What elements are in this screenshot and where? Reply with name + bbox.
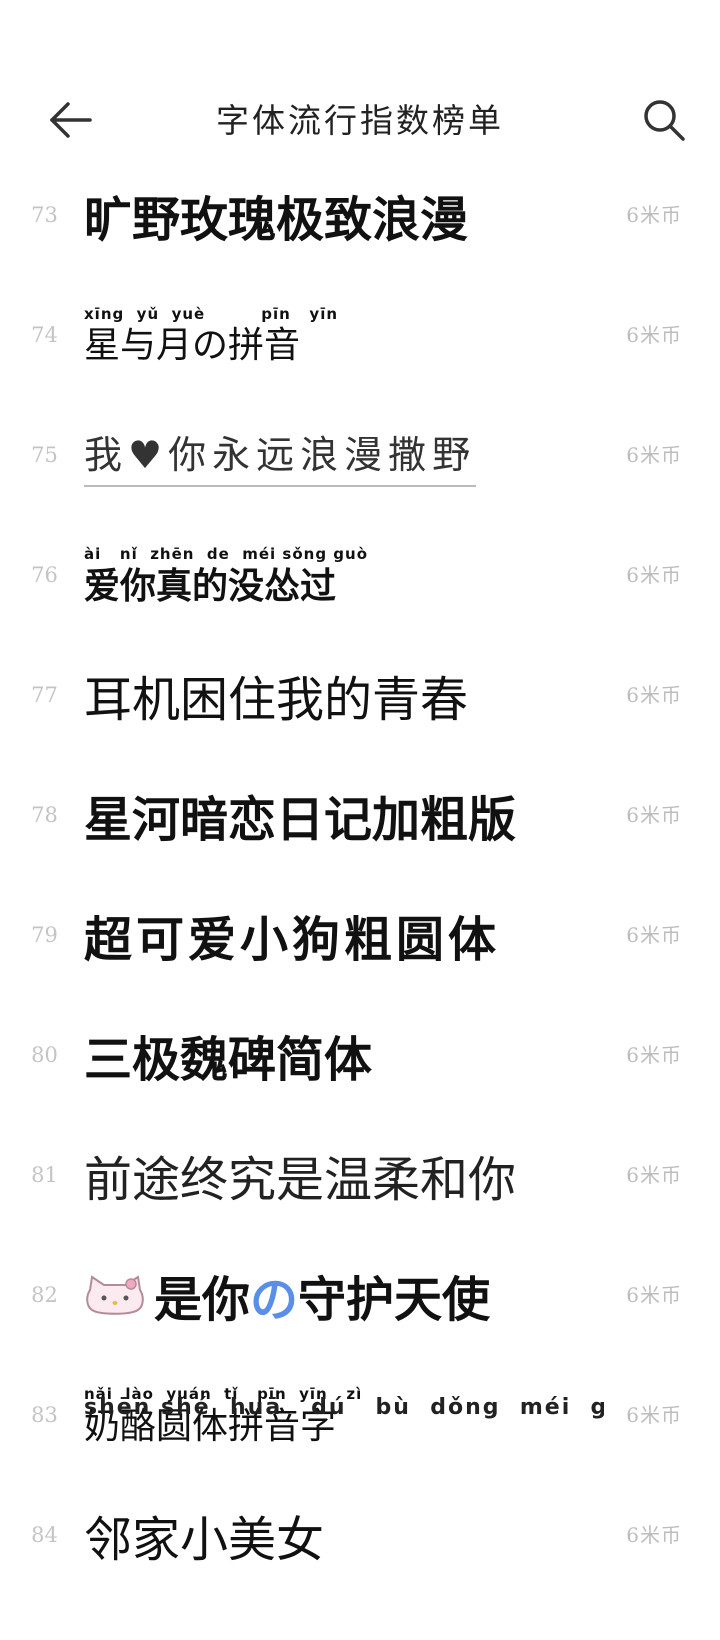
font-name: 我♥你永远浪漫撒野 [84,424,477,487]
rank-number: 84 [31,1523,58,1547]
font-name-accent: の [250,1272,299,1328]
page-title: 字体流行指数榜单 [216,101,504,140]
rank-number: 83 [31,1403,58,1427]
rank-number: 82 [31,1283,58,1307]
font-preview: 是你 の 守护天使 [84,1235,604,1355]
font-preview: xīng yǔ yuè pīn yīn 星与月の拼音 [84,275,604,395]
price-label: 6米币 [626,1043,682,1067]
font-preview: 超可爱小狗粗圆体 [84,912,501,968]
font-preview: 邻家小美女 [84,1512,325,1568]
kitty-face-icon [86,1275,144,1315]
font-row[interactable]: 80 三极魏碑简体 6米币 [0,995,720,1115]
font-row[interactable]: 76 ài nǐ zhēn de méi sǒng guò 爱你真的没怂过 6米… [0,515,720,635]
rank-number: 80 [31,1043,58,1067]
pinyin-annotation: ài nǐ zhēn de méi sǒng guò [84,544,369,563]
price-label: 6米币 [626,803,682,827]
price-label: 6米币 [626,1163,682,1187]
font-name: 爱你真的没怂过 [84,564,337,607]
rank-number: 75 [31,443,58,467]
font-name-part: 是你 [154,1272,251,1328]
partial-font-row-pinyin: shēn shé huā dú bù dǒng méi guī tǐ [84,1395,604,1420]
price-label: 6米币 [626,563,682,587]
price-label: 6米币 [626,1523,682,1547]
font-preview: 前途终究是温柔和你 [84,1152,517,1208]
price-label: 6米币 [626,323,682,347]
price-label: 6米币 [626,203,682,227]
font-row[interactable]: 82 是你 の 守护天使 6米币 [0,1235,720,1355]
search-button[interactable] [636,92,692,148]
rank-number: 78 [31,803,58,827]
rank-number: 77 [31,683,58,707]
price-label: 6米币 [626,683,682,707]
price-label: 6米币 [626,443,682,467]
font-name-part: 守护天使 [298,1272,491,1328]
rank-number: 76 [31,563,58,587]
font-ranking-list: 73 旷野玫瑰极致浪漫 6米币 74 xīng yǔ yuè pīn yīn 星… [0,155,720,1595]
font-preview: ài nǐ zhēn de méi sǒng guò 爱你真的没怂过 [84,515,604,635]
font-preview: 耳机困住我的青春 [84,674,469,727]
font-row[interactable]: 84 邻家小美女 6米币 [0,1475,720,1595]
font-preview: 旷野玫瑰极致浪漫 [84,192,469,248]
pinyin-preview: xīng yǔ yuè pīn yīn 星与月の拼音 [84,304,339,366]
rank-number: 74 [31,323,58,347]
rank-number: 79 [31,923,58,947]
font-preview: 我♥你永远浪漫撒野 [84,395,604,515]
top-bar: 字体流行指数榜单 [0,0,720,175]
search-icon [644,100,685,141]
font-name: 星与月の拼音 [84,324,301,366]
font-row[interactable]: 74 xīng yǔ yuè pīn yīn 星与月の拼音 6米币 [0,275,720,395]
pinyin-annotation: xīng yǔ yuè pīn yīn [84,304,339,323]
font-preview: 星河暗恋日记加粗版 [84,792,517,848]
font-row[interactable]: 78 星河暗恋日记加粗版 6米币 [0,755,720,875]
font-row[interactable]: 73 旷野玫瑰极致浪漫 6米币 [0,155,720,275]
font-preview: 三极魏碑简体 [84,1032,373,1088]
price-label: 6米币 [626,1283,682,1307]
font-row[interactable]: 77 耳机困住我的青春 6米币 [0,635,720,755]
rank-number: 73 [31,203,58,227]
rank-number: 81 [31,1163,58,1187]
font-row[interactable]: 81 前途终究是温柔和你 6米币 [0,1115,720,1235]
price-label: 6米币 [626,923,682,947]
pinyin-preview: ài nǐ zhēn de méi sǒng guò 爱你真的没怂过 [84,544,369,607]
font-row[interactable]: 75 我♥你永远浪漫撒野 6米币 [0,395,720,515]
price-label: 6米币 [626,1403,682,1427]
font-row[interactable]: 79 超可爱小狗粗圆体 6米币 [0,875,720,995]
